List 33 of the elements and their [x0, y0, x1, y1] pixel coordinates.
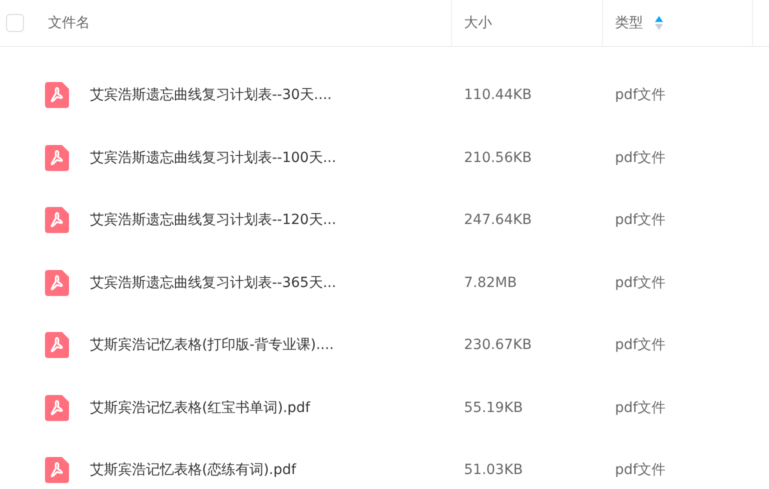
file-type: pdf文件 [614, 86, 667, 104]
sort-icon[interactable] [655, 16, 663, 30]
file-type: pdf文件 [614, 274, 667, 292]
file-size: 7.82MB [463, 274, 518, 291]
file-size: 230.67KB [463, 337, 533, 354]
file-type: pdf文件 [614, 461, 667, 480]
file-type: pdf文件 [614, 336, 667, 354]
file-name[interactable]: 艾宾浩斯遗忘曲线复习计划表--30天.... [90, 86, 332, 104]
file-type: pdf文件 [614, 148, 667, 167]
file-size: 51.03KB [463, 462, 524, 478]
file-size: 55.19KB [463, 400, 524, 416]
select-all-checkbox[interactable] [6, 14, 24, 32]
column-header: 类型 [615, 14, 643, 32]
file-name[interactable]: 艾宾浩斯遗忘曲线复习计划表--100天... [90, 148, 336, 167]
file-name[interactable]: 艾宾浩斯遗忘曲线复习计划表--120天... [90, 211, 336, 230]
column-header: 大小 [464, 14, 492, 32]
pdf-file-icon [45, 332, 69, 358]
pdf-file-icon [45, 457, 69, 484]
pdf-file-icon [45, 144, 69, 171]
pdf-file-icon [45, 207, 69, 234]
file-size: 210.56KB [463, 150, 533, 166]
file-name[interactable]: 艾斯宾浩记忆表格(红宝书单词).pdf [90, 398, 310, 417]
file-size: 247.64KB [463, 212, 533, 228]
pdf-file-icon [45, 82, 69, 108]
file-name[interactable]: 艾宾浩斯遗忘曲线复习计划表--365天... [90, 274, 336, 292]
file-type: pdf文件 [614, 211, 667, 230]
file-name[interactable]: 艾斯宾浩记忆表格(恋练有词).pdf [90, 461, 296, 480]
column-header: 文件名 [48, 14, 90, 32]
file-name[interactable]: 艾斯宾浩记忆表格(打印版-背专业课).... [90, 336, 334, 354]
file-size: 110.44KB [463, 87, 533, 104]
pdf-file-icon [45, 270, 69, 296]
file-type: pdf文件 [614, 398, 667, 417]
pdf-file-icon [45, 394, 69, 421]
